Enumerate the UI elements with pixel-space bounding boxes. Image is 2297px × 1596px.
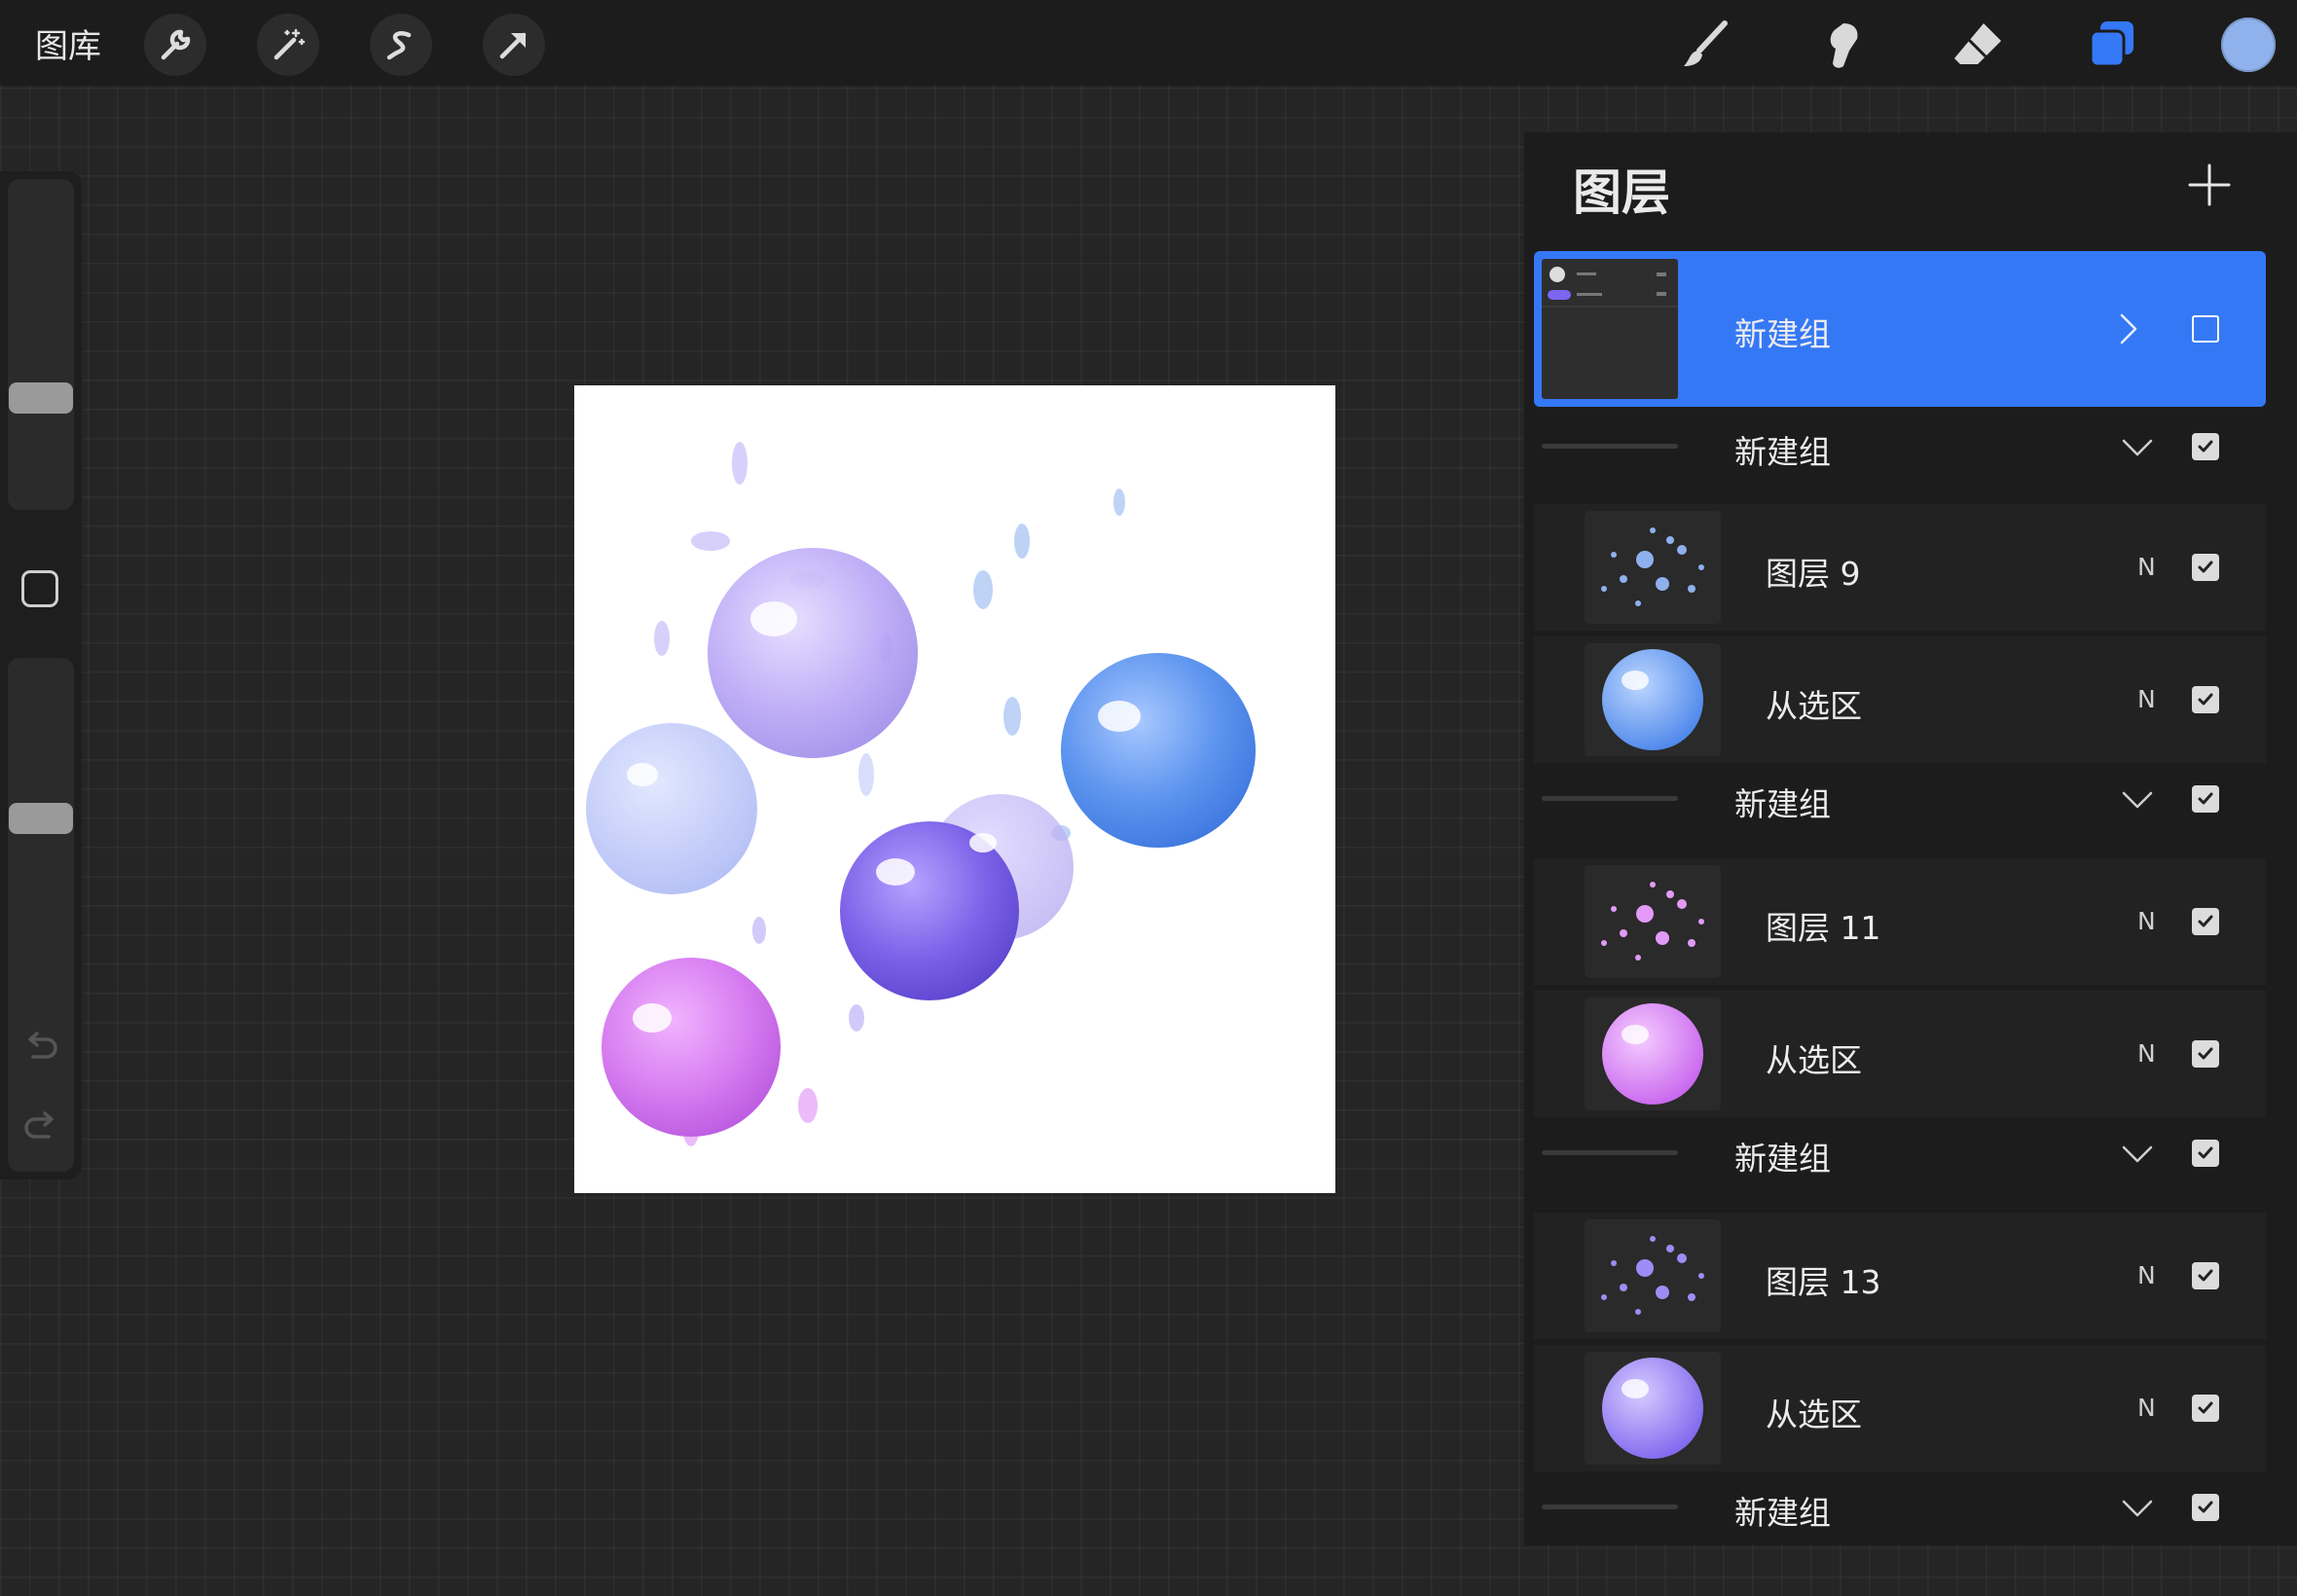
visibility-checkbox[interactable] bbox=[2192, 1262, 2219, 1289]
layer-name: 从选区 bbox=[1766, 687, 1862, 725]
blend-mode-label[interactable]: N bbox=[2137, 1261, 2156, 1289]
layers-panel: 图层 新建组 新建组 图层 9 N 从选区 N 新建组 图层 11 N 从选区 … bbox=[1524, 132, 2297, 1545]
visibility-checkbox[interactable] bbox=[2192, 686, 2219, 713]
square-modify-icon[interactable] bbox=[21, 570, 58, 607]
layer-thumbnail bbox=[1585, 865, 1721, 978]
layer-group-row[interactable]: 新建组 bbox=[1534, 769, 2266, 829]
layer-name: 从选区 bbox=[1766, 1396, 1862, 1433]
artwork bbox=[586, 442, 1256, 1146]
visibility-checkbox[interactable] bbox=[2192, 908, 2219, 935]
layers-panel-title: 图层 bbox=[1573, 164, 1670, 221]
visibility-checkbox[interactable] bbox=[2192, 1395, 2219, 1422]
visibility-checkbox[interactable] bbox=[2192, 785, 2219, 813]
layer-row[interactable]: 从选区 N bbox=[1534, 1345, 2266, 1471]
visibility-checkbox[interactable] bbox=[2192, 1140, 2219, 1167]
layer-group-name: 新建组 bbox=[1734, 315, 1831, 353]
layer-row[interactable]: 从选区 N bbox=[1534, 991, 2266, 1117]
plus-icon[interactable] bbox=[2180, 156, 2239, 214]
brush-icon[interactable] bbox=[1674, 14, 1736, 76]
group-divider bbox=[1542, 796, 1678, 801]
transform-arrow-icon[interactable] bbox=[483, 14, 545, 76]
group-divider bbox=[1542, 1150, 1678, 1155]
chevron-right-icon[interactable] bbox=[2108, 309, 2147, 348]
chevron-down-icon[interactable] bbox=[2118, 1488, 2157, 1527]
layer-group-name: 新建组 bbox=[1734, 785, 1831, 823]
layer-group-row[interactable]: 新建组 bbox=[1534, 1477, 2266, 1538]
opacity-slider[interactable] bbox=[8, 658, 74, 1172]
wrench-icon[interactable] bbox=[144, 14, 206, 76]
layer-row[interactable]: 图层 9 N bbox=[1534, 504, 2266, 631]
smudge-icon[interactable] bbox=[1810, 14, 1873, 76]
layer-row[interactable]: 从选区 N bbox=[1534, 636, 2266, 763]
chevron-down-icon[interactable] bbox=[2118, 780, 2157, 818]
blend-mode-label[interactable]: N bbox=[2137, 553, 2156, 581]
layer-name: 图层 11 bbox=[1766, 909, 1881, 947]
layer-group-name: 新建组 bbox=[1734, 1140, 1831, 1178]
selection-icon[interactable] bbox=[370, 14, 432, 76]
layer-name: 图层 9 bbox=[1766, 555, 1861, 593]
drawing-canvas[interactable] bbox=[574, 385, 1335, 1193]
visibility-checkbox[interactable] bbox=[2192, 1494, 2219, 1521]
magic-wand-icon[interactable] bbox=[257, 14, 319, 76]
color-swatch[interactable] bbox=[2217, 14, 2279, 76]
chevron-down-icon[interactable] bbox=[2118, 1134, 2157, 1173]
blend-mode-label[interactable]: N bbox=[2137, 1039, 2156, 1068]
layer-row[interactable]: 图层 11 N bbox=[1534, 858, 2266, 985]
layer-row[interactable]: 图层 13 N bbox=[1534, 1213, 2266, 1339]
visibility-checkbox[interactable] bbox=[2192, 1040, 2219, 1068]
eraser-icon[interactable] bbox=[1947, 14, 2009, 76]
layer-thumbnail bbox=[1585, 1352, 1721, 1465]
layer-thumbnail bbox=[1585, 998, 1721, 1110]
visibility-checkbox[interactable] bbox=[2192, 315, 2219, 343]
layer-group-row[interactable]: 新建组 bbox=[1534, 417, 2266, 477]
layers-icon[interactable] bbox=[2081, 14, 2143, 76]
brush-size-slider[interactable] bbox=[8, 179, 74, 510]
group-divider bbox=[1542, 1505, 1678, 1509]
top-toolbar: 图库 bbox=[0, 0, 2297, 86]
gallery-button[interactable]: 图库 bbox=[35, 19, 101, 67]
brush-size-knob[interactable] bbox=[9, 382, 73, 414]
chevron-down-icon[interactable] bbox=[2118, 427, 2157, 466]
group-divider bbox=[1542, 444, 1678, 449]
layer-thumbnail bbox=[1585, 643, 1721, 756]
visibility-checkbox[interactable] bbox=[2192, 554, 2219, 581]
layer-name: 图层 13 bbox=[1766, 1263, 1881, 1301]
undo-icon[interactable] bbox=[21, 1028, 60, 1070]
redo-icon[interactable] bbox=[21, 1107, 60, 1150]
left-sidebar bbox=[0, 171, 82, 1179]
layer-group-row[interactable]: 新建组 bbox=[1534, 251, 2266, 407]
blend-mode-label[interactable]: N bbox=[2137, 1394, 2156, 1422]
layer-thumbnail bbox=[1585, 511, 1721, 624]
layer-group-name: 新建组 bbox=[1734, 433, 1831, 471]
layer-group-name: 新建组 bbox=[1734, 1494, 1831, 1532]
blend-mode-label[interactable]: N bbox=[2137, 907, 2156, 935]
layer-name: 从选区 bbox=[1766, 1041, 1862, 1079]
layer-thumbnail bbox=[1585, 1219, 1721, 1332]
visibility-checkbox[interactable] bbox=[2192, 433, 2219, 460]
group-thumbnail bbox=[1542, 259, 1678, 399]
layer-group-row[interactable]: 新建组 bbox=[1534, 1123, 2266, 1183]
opacity-knob[interactable] bbox=[9, 803, 73, 834]
current-color-dot bbox=[2221, 18, 2276, 72]
blend-mode-label[interactable]: N bbox=[2137, 685, 2156, 713]
